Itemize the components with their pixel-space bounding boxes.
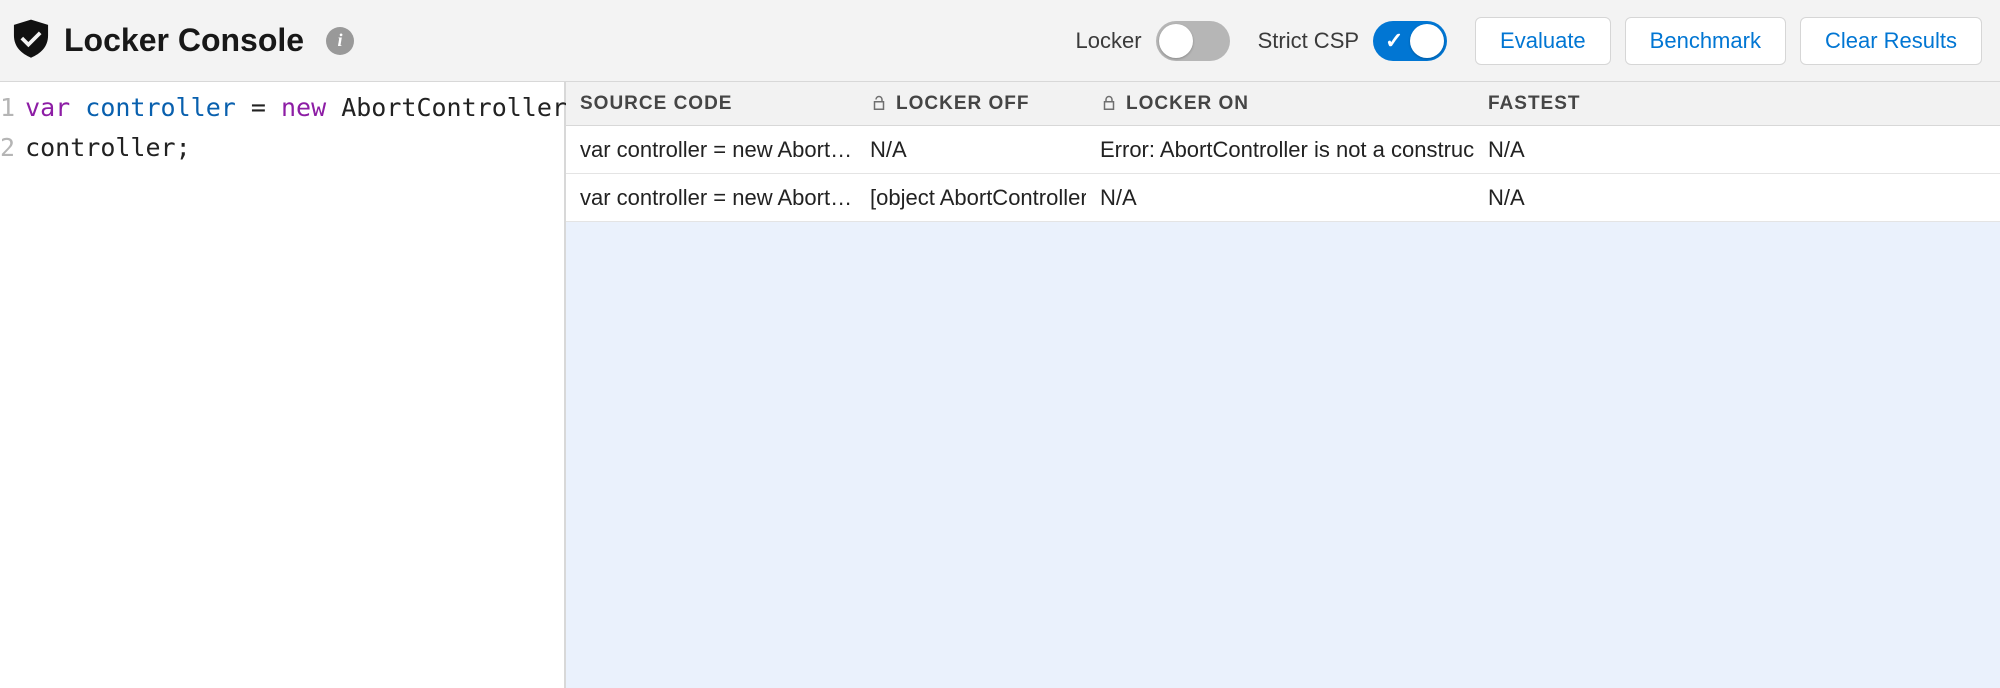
- toggle-strict-csp-group: Strict CSP ✓: [1258, 21, 1447, 61]
- line-number: 1: [0, 88, 15, 128]
- code-token: new: [281, 93, 341, 122]
- clear-button[interactable]: Clear Results: [1800, 17, 1982, 65]
- code-token: var: [25, 93, 85, 122]
- cell-locker-on: N/A: [1086, 185, 1474, 211]
- toggle-locker[interactable]: [1156, 21, 1230, 61]
- col-locker-on-header: Locker On: [1086, 93, 1474, 115]
- page-title: Locker Console: [64, 22, 304, 59]
- cell-locker-on: Error: AbortController is not a construc…: [1086, 137, 1474, 163]
- results-row: var controller = new AbortC…[object Abor…: [566, 174, 2000, 222]
- code-token: controller;: [25, 133, 191, 162]
- line-number: 2: [0, 128, 15, 168]
- editor-code[interactable]: var controller = new AbortController();c…: [19, 88, 612, 688]
- benchmark-button[interactable]: Benchmark: [1625, 17, 1786, 65]
- code-token: =: [251, 93, 281, 122]
- code-editor[interactable]: 12 var controller = new AbortController(…: [0, 82, 566, 688]
- results-row: var controller = new AbortC…N/AError: Ab…: [566, 126, 2000, 174]
- main: 12 var controller = new AbortController(…: [0, 82, 2000, 688]
- toggle-strict-csp-label: Strict CSP: [1258, 28, 1359, 54]
- code-token: controller: [85, 93, 251, 122]
- results-header: Source Code Locker Off Locker On Fastest: [566, 82, 2000, 126]
- lock-open-icon: [870, 95, 888, 113]
- col-fastest-header: Fastest: [1474, 93, 2000, 115]
- header-right: Locker Strict CSP ✓ Evaluate Benchmark C…: [1076, 17, 1982, 65]
- col-locker-on-label: Locker On: [1126, 93, 1249, 115]
- cell-locker-off: [object AbortController]: [856, 185, 1086, 211]
- code-line[interactable]: var controller = new AbortController();: [25, 88, 612, 128]
- results-panel: Source Code Locker Off Locker On Fastest…: [566, 82, 2000, 688]
- code-line[interactable]: controller;: [25, 128, 612, 168]
- cell-fastest: N/A: [1474, 137, 2000, 163]
- editor-gutter: 12: [0, 88, 19, 688]
- info-icon[interactable]: i: [326, 27, 354, 55]
- check-icon: ✓: [1385, 28, 1403, 54]
- toggle-locker-label: Locker: [1076, 28, 1142, 54]
- toggle-strict-csp[interactable]: ✓: [1373, 21, 1447, 61]
- evaluate-button[interactable]: Evaluate: [1475, 17, 1611, 65]
- col-locker-off-header: Locker Off: [856, 93, 1086, 115]
- cell-locker-off: N/A: [856, 137, 1086, 163]
- col-locker-off-label: Locker Off: [896, 93, 1030, 115]
- header-buttons: Evaluate Benchmark Clear Results: [1475, 17, 1982, 65]
- header-left: Locker Console i: [10, 17, 354, 64]
- header: Locker Console i Locker Strict CSP ✓ Eva…: [0, 0, 2000, 82]
- toggle-locker-group: Locker: [1076, 21, 1230, 61]
- lock-closed-icon: [1100, 95, 1118, 113]
- shield-icon: [10, 17, 52, 64]
- cell-fastest: N/A: [1474, 185, 2000, 211]
- cell-source: var controller = new AbortC…: [566, 137, 856, 163]
- cell-source: var controller = new AbortC…: [566, 185, 856, 211]
- col-source-header: Source Code: [566, 93, 856, 115]
